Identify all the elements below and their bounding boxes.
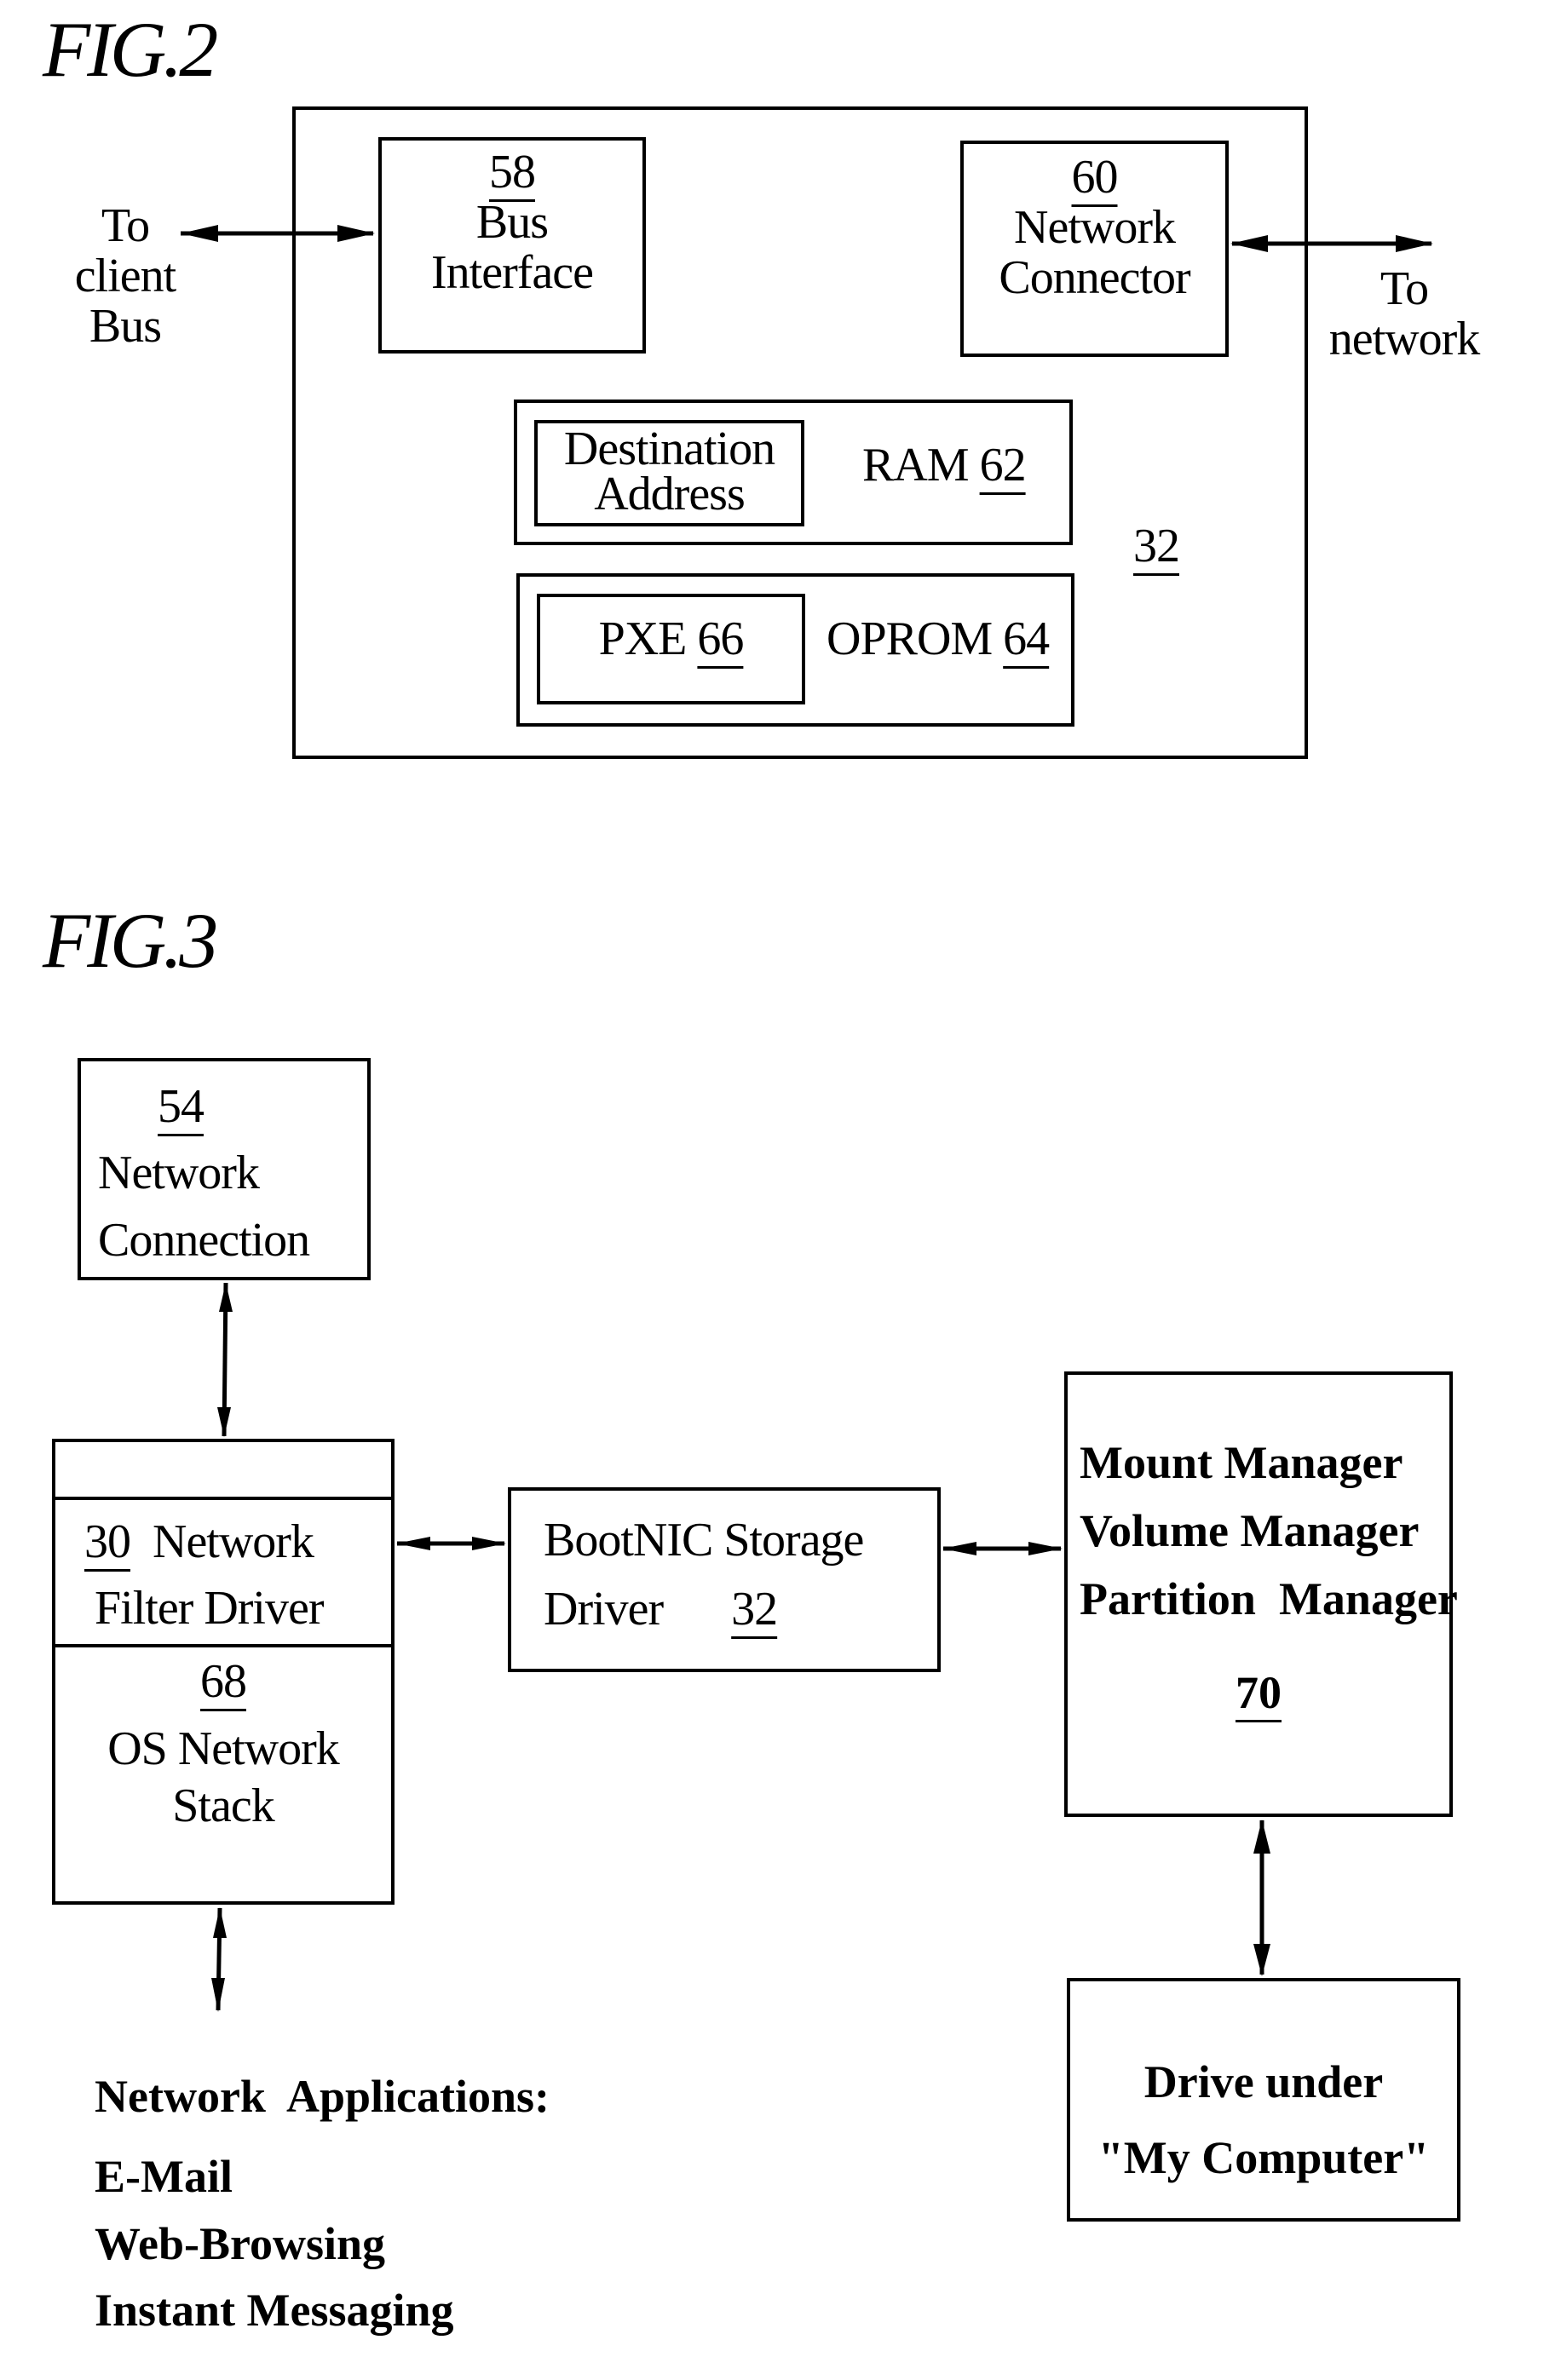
destination-label: Destination	[563, 423, 775, 475]
volume-manager-label: Volume Manager	[1080, 1504, 1420, 1556]
destination-address-box: Destination Address	[534, 420, 804, 526]
bus-label: Bus	[475, 195, 549, 249]
arrowhead	[211, 1978, 225, 2012]
to-network-label: To network	[1319, 264, 1489, 365]
drive-under-label: Drive under	[1143, 2056, 1384, 2107]
connection-label: Connection	[98, 1213, 310, 1267]
arrowhead	[213, 1907, 227, 1938]
drive-box: Drive under "My Computer"	[1067, 1978, 1460, 2222]
ref-70: 70	[1236, 1667, 1282, 1718]
ram-label: RAM 62	[862, 439, 1027, 492]
oprom-text: OPROM	[827, 612, 993, 665]
to-client-bus-label: To client Bus	[61, 201, 189, 351]
oprom-label: OPROM 64	[827, 612, 1050, 665]
mount-manager-label: Mount Manager	[1080, 1437, 1403, 1488]
arrowhead	[472, 1537, 506, 1550]
interface-label: Interface	[431, 245, 594, 299]
pxe-text: PXE	[598, 612, 688, 665]
bootnic-driver-box: BootNIC Storage Driver 32	[508, 1487, 941, 1672]
connection-to-filter-arrow	[222, 1282, 228, 1437]
network-connection-box: 54 Network Connection	[78, 1058, 371, 1280]
arrowhead	[217, 1407, 231, 1437]
applications-heading: Network Applications:	[95, 2071, 550, 2122]
network-label: Network	[1014, 200, 1176, 254]
label-line: client	[74, 249, 176, 302]
arrowhead	[1396, 235, 1433, 252]
application-item: E-Mail	[95, 2151, 233, 2203]
stack-label: Stack	[172, 1779, 274, 1833]
network-connector-box: 60 Network Connector	[960, 141, 1229, 357]
ref-58: 58	[489, 146, 536, 198]
application-item: Web-Browsing	[95, 2217, 386, 2269]
connector-label: Connector	[999, 250, 1190, 304]
stack-to-applications-arrow	[216, 1907, 222, 2011]
arrowhead	[1253, 1819, 1270, 1854]
ref-64: 64	[1003, 612, 1050, 665]
fig3-title: FIG.3	[43, 897, 218, 984]
ref-32: 32	[1133, 520, 1180, 572]
ram-text: RAM	[862, 439, 970, 492]
network-label: Network	[153, 1515, 314, 1568]
network-applications-list: Network Applications: E-Mail Web-Browsin…	[95, 2063, 550, 2343]
my-computer-label: "My Computer"	[1097, 2132, 1430, 2184]
partition-manager-label: Partition Manager	[1080, 1572, 1458, 1624]
label-line: To	[101, 199, 150, 252]
label-line: network	[1328, 312, 1481, 365]
ref-60: 60	[1071, 151, 1119, 204]
ref-30: 30	[84, 1515, 131, 1568]
arrowhead	[396, 1537, 430, 1550]
fig2-title: FIG.2	[43, 6, 218, 93]
network-label: Network	[98, 1147, 260, 1200]
ram-box: Destination Address RAM 62	[514, 400, 1073, 545]
oprom-box: PXE 66 OPROM 64	[516, 573, 1074, 727]
application-item: Instant Messaging	[95, 2284, 454, 2336]
arrowhead	[1253, 1944, 1270, 1976]
os-stack-section: 68 OS Network Stack	[55, 1653, 391, 1836]
bootnic-storage-label: BootNIC Storage	[544, 1514, 864, 1567]
pxe-box: PXE 66	[537, 594, 805, 704]
label-line: To	[1380, 262, 1429, 315]
filter-driver-label: Filter Driver	[95, 1582, 324, 1636]
volume-managers-box: Mount Manager Volume Manager Partition M…	[1064, 1371, 1458, 1817]
divider	[55, 1644, 391, 1647]
ref-66: 66	[697, 612, 744, 665]
filter-driver-section: 30 Network Filter Driver	[84, 1509, 324, 1642]
arrowhead	[942, 1542, 976, 1555]
address-label: Address	[594, 468, 746, 521]
ref-62: 62	[979, 439, 1027, 492]
bus-interface-box: 58 Bus Interface	[378, 137, 646, 354]
ref-54: 54	[158, 1080, 204, 1133]
os-network-label: OS Network	[107, 1722, 340, 1776]
ref-68: 68	[200, 1655, 247, 1708]
divider	[55, 1497, 391, 1500]
ref-32: 32	[731, 1583, 778, 1636]
filter-driver-stack-box: 30 Network Filter Driver 68 OS Network S…	[52, 1439, 395, 1905]
arrowhead	[1028, 1542, 1063, 1555]
arrowhead	[219, 1283, 233, 1312]
label-line: Bus	[89, 299, 162, 353]
driver-label: Driver	[544, 1583, 664, 1636]
